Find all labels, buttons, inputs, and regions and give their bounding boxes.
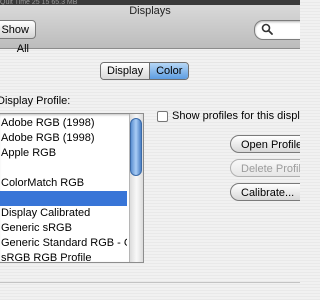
checkbox-box[interactable] (157, 110, 168, 122)
scroll-thumb[interactable] (130, 118, 142, 176)
list-item[interactable] (0, 161, 127, 176)
calibrate-button[interactable]: Calibrate... (230, 183, 300, 201)
delete-profile-button[interactable]: Delete Profile (230, 159, 300, 177)
show-profiles-label: Show profiles for this display only (172, 110, 300, 122)
list-item[interactable]: Adobe RGB (1998) (0, 131, 127, 146)
search-icon (261, 23, 273, 35)
displays-window: Quit Time 25 15 65.3 MB Displays Show Al… (0, 0, 300, 300)
list-item-selected[interactable] (0, 191, 127, 206)
window-title: Displays (129, 5, 171, 17)
list-item[interactable]: Apple RGB (0, 146, 127, 161)
list-item[interactable]: Generic Standard RGB - Gamma 1.8 (0, 236, 127, 251)
list-item[interactable]: Generic sRGB (0, 221, 127, 236)
tab-color[interactable]: Color (149, 63, 189, 79)
search-field[interactable] (254, 20, 300, 40)
tab-display[interactable]: Display (101, 63, 150, 79)
profile-list[interactable]: Adobe RGB (1998) Adobe RGB (1998) Apple … (0, 113, 144, 263)
scrollbar[interactable] (129, 114, 143, 262)
list-item[interactable]: ColorMatch RGB (0, 176, 127, 191)
show-profiles-checkbox[interactable]: Show profiles for this display only (157, 110, 300, 122)
show-all-button[interactable]: Show All (0, 20, 36, 55)
display-profile-label: Display Profile: (0, 95, 71, 107)
list-item[interactable]: Display Calibrated (0, 206, 127, 221)
title-toolbar: Quit Time 25 15 65.3 MB Displays Show Al… (0, 0, 300, 55)
list-item[interactable]: Adobe RGB (1998) (0, 116, 127, 131)
tab-control: Display Color (100, 62, 190, 80)
list-item[interactable]: sRGB RGB Profile (0, 251, 127, 262)
divider (0, 282, 300, 283)
open-profile-button[interactable]: Open Profile (230, 135, 300, 153)
